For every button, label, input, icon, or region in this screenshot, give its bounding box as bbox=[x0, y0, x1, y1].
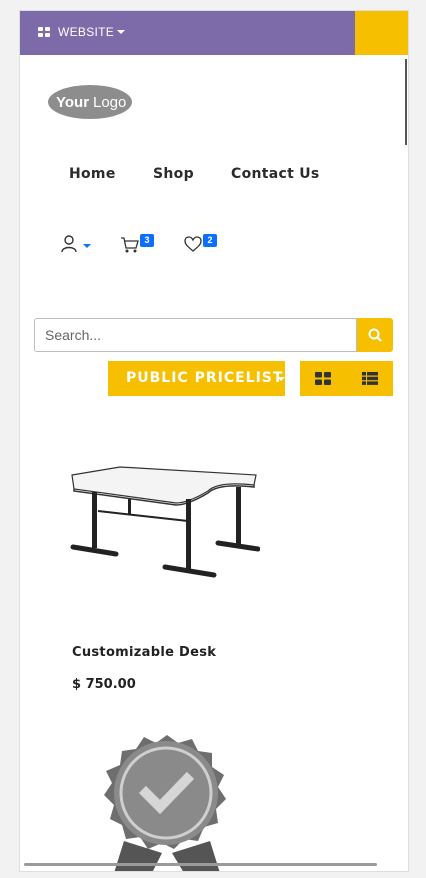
caret-down-icon bbox=[277, 377, 285, 381]
search-icon bbox=[368, 328, 382, 342]
pricelist-label: PUBLIC PRICELIST bbox=[126, 370, 284, 386]
product-price: $ 750.00 bbox=[72, 677, 136, 692]
nav-home[interactable]: Home bbox=[69, 166, 116, 182]
wishlist-link[interactable] bbox=[184, 236, 202, 257]
caret-down-icon bbox=[117, 30, 126, 34]
user-menu[interactable] bbox=[61, 235, 91, 258]
search-button[interactable] bbox=[357, 318, 393, 352]
logo-text-your: Your bbox=[56, 94, 89, 111]
grid-view-icon[interactable] bbox=[315, 372, 331, 385]
cart-count-badge: 3 bbox=[140, 234, 154, 247]
view-switcher bbox=[300, 361, 393, 396]
nav-contact-us[interactable]: Contact Us bbox=[231, 166, 320, 182]
horizontal-scrollbar[interactable] bbox=[24, 863, 377, 866]
nav-shop[interactable]: Shop bbox=[153, 166, 194, 182]
vertical-scrollbar[interactable] bbox=[405, 59, 407, 145]
website-menu-button[interactable]: WEBSITE bbox=[38, 25, 126, 39]
topbar-action-button[interactable] bbox=[355, 11, 408, 55]
grid-icon bbox=[38, 27, 50, 37]
product-name[interactable]: Customizable Desk bbox=[72, 645, 216, 660]
user-icon bbox=[61, 235, 91, 253]
cart-link[interactable] bbox=[120, 236, 140, 259]
logo-text-logo: Logo bbox=[93, 94, 126, 111]
pricelist-dropdown[interactable]: PUBLIC PRICELIST bbox=[108, 361, 285, 396]
search-input[interactable] bbox=[34, 318, 357, 352]
website-topbar: WEBSITE bbox=[20, 11, 355, 55]
website-label: WEBSITE bbox=[58, 25, 115, 39]
page-frame: WEBSITE Your Logo Home Shop Contact Us 3 bbox=[19, 10, 409, 872]
list-view-icon[interactable] bbox=[362, 372, 378, 385]
heart-icon bbox=[184, 236, 202, 252]
desk-image[interactable] bbox=[68, 459, 260, 594]
cart-icon bbox=[121, 237, 139, 253]
badge-image[interactable] bbox=[92, 733, 242, 872]
logo-image[interactable]: Your Logo bbox=[48, 83, 134, 121]
wishlist-count-badge: 2 bbox=[203, 234, 217, 247]
